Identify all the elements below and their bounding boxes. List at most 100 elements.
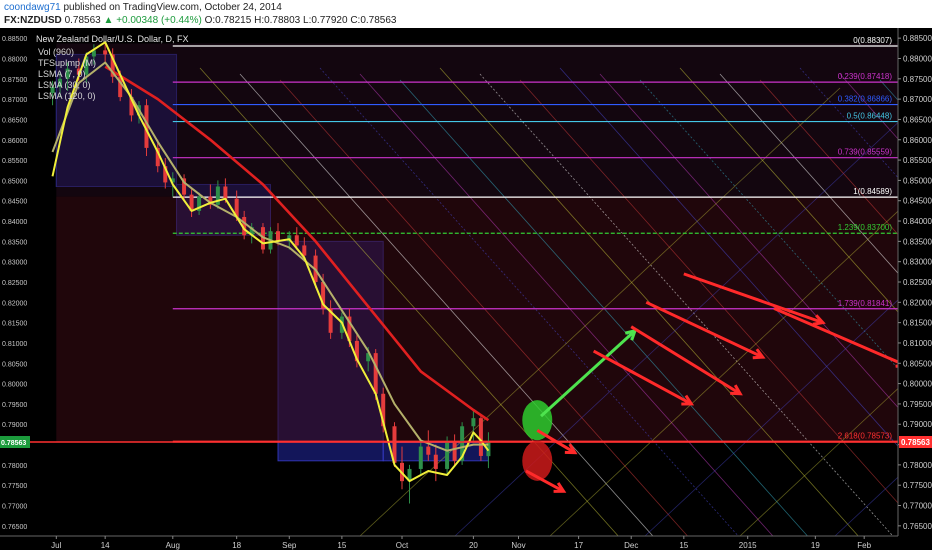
price-tick-label: 0.88500 [903,34,932,43]
publish-line: coondawg71 published on TradingView.com,… [4,2,282,13]
scenario-circle [522,400,553,441]
fib-level-label: 0.739(0.85559) [838,148,893,157]
candle-body [426,446,431,455]
last-price: 0.78563 [64,15,101,26]
left-price-label: 0.87500 [2,77,27,84]
left-price-label: 0.83000 [2,260,27,267]
legend-volume: Vol (960) [38,47,74,57]
price-tag-label: 0.78563 [901,438,930,447]
price-tick-label: 0.88000 [903,54,932,63]
zone-box [56,43,898,197]
price-tick-label: 0.84500 [903,197,932,206]
time-tick-label: 18 [232,541,241,550]
left-price-label: 0.87000 [2,97,27,104]
time-tick-label: 17 [574,541,583,550]
time-axis-background [0,536,932,550]
left-price-label: 0.86000 [2,138,27,145]
left-price-label: 0.80500 [2,361,27,368]
fib-level-label: 1.239(0.83700) [838,223,893,232]
left-price-label: 0.81500 [2,321,27,328]
change-arrow-icon: ▲ [103,15,114,26]
left-price-label: 0.77500 [2,483,27,490]
price-tick-label: 0.82500 [903,278,932,287]
fib-level-label: 0.5(0.86448) [847,112,893,121]
price-tick-label: 0.81000 [903,339,932,348]
price-tick-label: 0.81500 [903,319,932,328]
left-price-label: 0.79000 [2,422,27,429]
left-price-label: 0.76500 [2,524,27,531]
left-price-label: 0.85000 [2,178,27,185]
left-price-tag-label: 0.78563 [1,440,26,447]
candle-body [433,454,438,469]
legend-lsma-30: LSMA (30, 0) [38,80,91,90]
time-tick-label: Sep [282,541,297,550]
candle-body [478,418,483,456]
ohlc-line: FX:NZDUSD 0.78563 ▲ +0.00348 (+0.44%) O:… [4,15,396,26]
candle-body [452,442,457,461]
fib-level-label: 0.239(0.87418) [838,72,893,81]
legend-tfsupimp: TFSupImp (M) [38,58,96,68]
price-change: +0.00348 (+0.44%) [116,15,202,26]
price-tick-label: 0.85000 [903,176,932,185]
left-price-label: 0.84500 [2,199,27,206]
price-tick-label: 0.78000 [903,461,932,470]
left-price-label: 0.86500 [2,117,27,124]
low-value: L:0.77920 [303,15,348,26]
fib-level-label: 1(0.84589) [853,187,892,196]
price-tick-label: 0.84000 [903,217,932,226]
open-value: O:0.78215 [204,15,252,26]
price-tick-label: 0.86500 [903,115,932,124]
fib-level-label: 1.739(0.81841) [838,299,893,308]
price-tick-label: 0.86000 [903,136,932,145]
candle-body [294,235,299,246]
fib-level-label: 2.618(0.78573) [838,432,893,441]
time-tick-label: Oct [396,541,409,550]
price-chart[interactable]: 0(0.88307) 0.239(0.87418) 0.382(0.86866) 0.… [0,28,932,550]
price-tick-label: 0.80000 [903,380,932,389]
candle-body [445,442,450,469]
time-tick-label: Aug [166,541,180,550]
left-price-label: 0.82000 [2,300,27,307]
candle-body [103,50,108,55]
left-price-label: 0.82500 [2,280,27,287]
left-price-label: 0.88000 [2,56,27,63]
left-price-label: 0.78000 [2,463,27,470]
time-tick-label: Nov [511,541,525,550]
left-price-label: 0.84000 [2,219,27,226]
price-tick-label: 0.85500 [903,156,932,165]
price-tick-label: 0.87500 [903,75,932,84]
high-value: H:0.78803 [254,15,301,26]
time-tick-label: 14 [101,541,110,550]
left-price-label: 0.79500 [2,402,27,409]
author-name[interactable]: coondawg71 [4,2,61,13]
left-price-label: 0.80000 [2,382,27,389]
price-tick-label: 0.77500 [903,481,932,490]
symbol-label: FX:NZDUSD [4,15,62,26]
fib-level-label: 0(0.88307) [853,36,892,45]
published-text: published on TradingView.com, October 24… [63,2,282,13]
candle-body [373,353,378,394]
price-tick-label: 0.83500 [903,237,932,246]
time-tick-label: 19 [811,541,820,550]
candle-body [223,186,228,199]
candle-body [418,446,423,469]
legend-title: New Zealand Dollar/U.S. Dollar, D, FX [36,34,189,44]
time-tick-label: Feb [857,541,871,550]
time-axis[interactable]: Jul 14 Aug 18 Sep 15 Oct 20 Nov 17 Dec 15 2015 19 Feb [0,535,932,550]
time-tick-label: 15 [679,541,688,550]
candle-body [302,245,307,256]
fib-level-label: 0.382(0.86866) [838,95,893,104]
candle-body [471,418,476,427]
price-tick-label: 0.83000 [903,258,932,267]
legend-lsma-120: LSMA (120, 0) [38,91,96,101]
scenario-circle [522,440,553,481]
time-tick-label: 15 [337,541,346,550]
left-price-label: 0.83500 [2,239,27,246]
time-tick-label: 2015 [739,541,757,550]
price-tick-label: 0.79500 [903,400,932,409]
left-price-label: 0.88500 [2,36,27,43]
time-tick-label: Jul [51,541,61,550]
price-tick-label: 0.80500 [903,359,932,368]
time-tick-label: Dec [624,541,638,550]
time-tick-label: 20 [469,541,478,550]
